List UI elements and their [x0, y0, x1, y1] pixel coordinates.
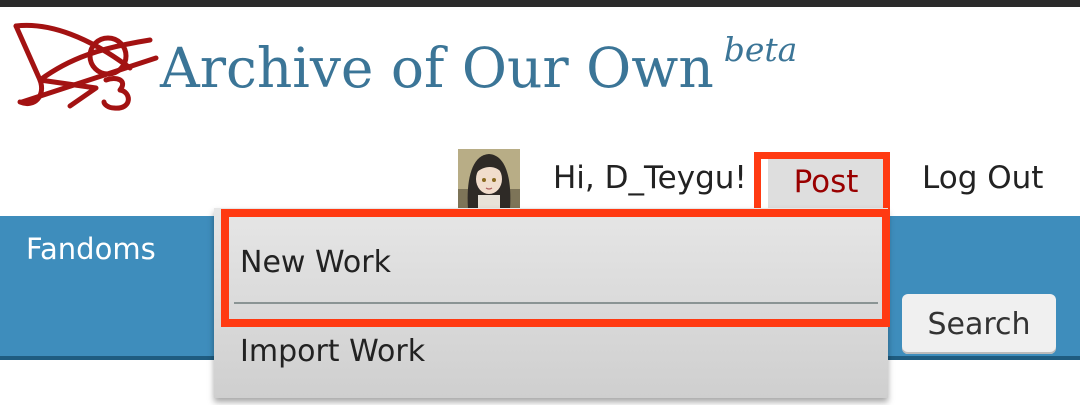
site-name[interactable]: Archive of Our Own	[160, 36, 714, 100]
logout-link[interactable]: Log Out	[922, 160, 1043, 196]
new-work-highlight-box	[221, 209, 890, 327]
top-status-strip	[0, 0, 1080, 7]
search-button[interactable]: Search	[902, 294, 1056, 354]
fandoms-nav-item[interactable]: Fandoms	[26, 232, 156, 266]
site-title[interactable]: Archive of Our Own beta	[160, 30, 797, 100]
ao3-logo-icon[interactable]	[10, 18, 160, 124]
user-greeting[interactable]: Hi, D_Teygu!	[553, 160, 747, 196]
menu-item-import-work[interactable]: Import Work	[240, 334, 425, 369]
beta-label: beta	[723, 30, 798, 69]
avatar-image	[458, 149, 520, 209]
avatar[interactable]	[458, 149, 520, 209]
